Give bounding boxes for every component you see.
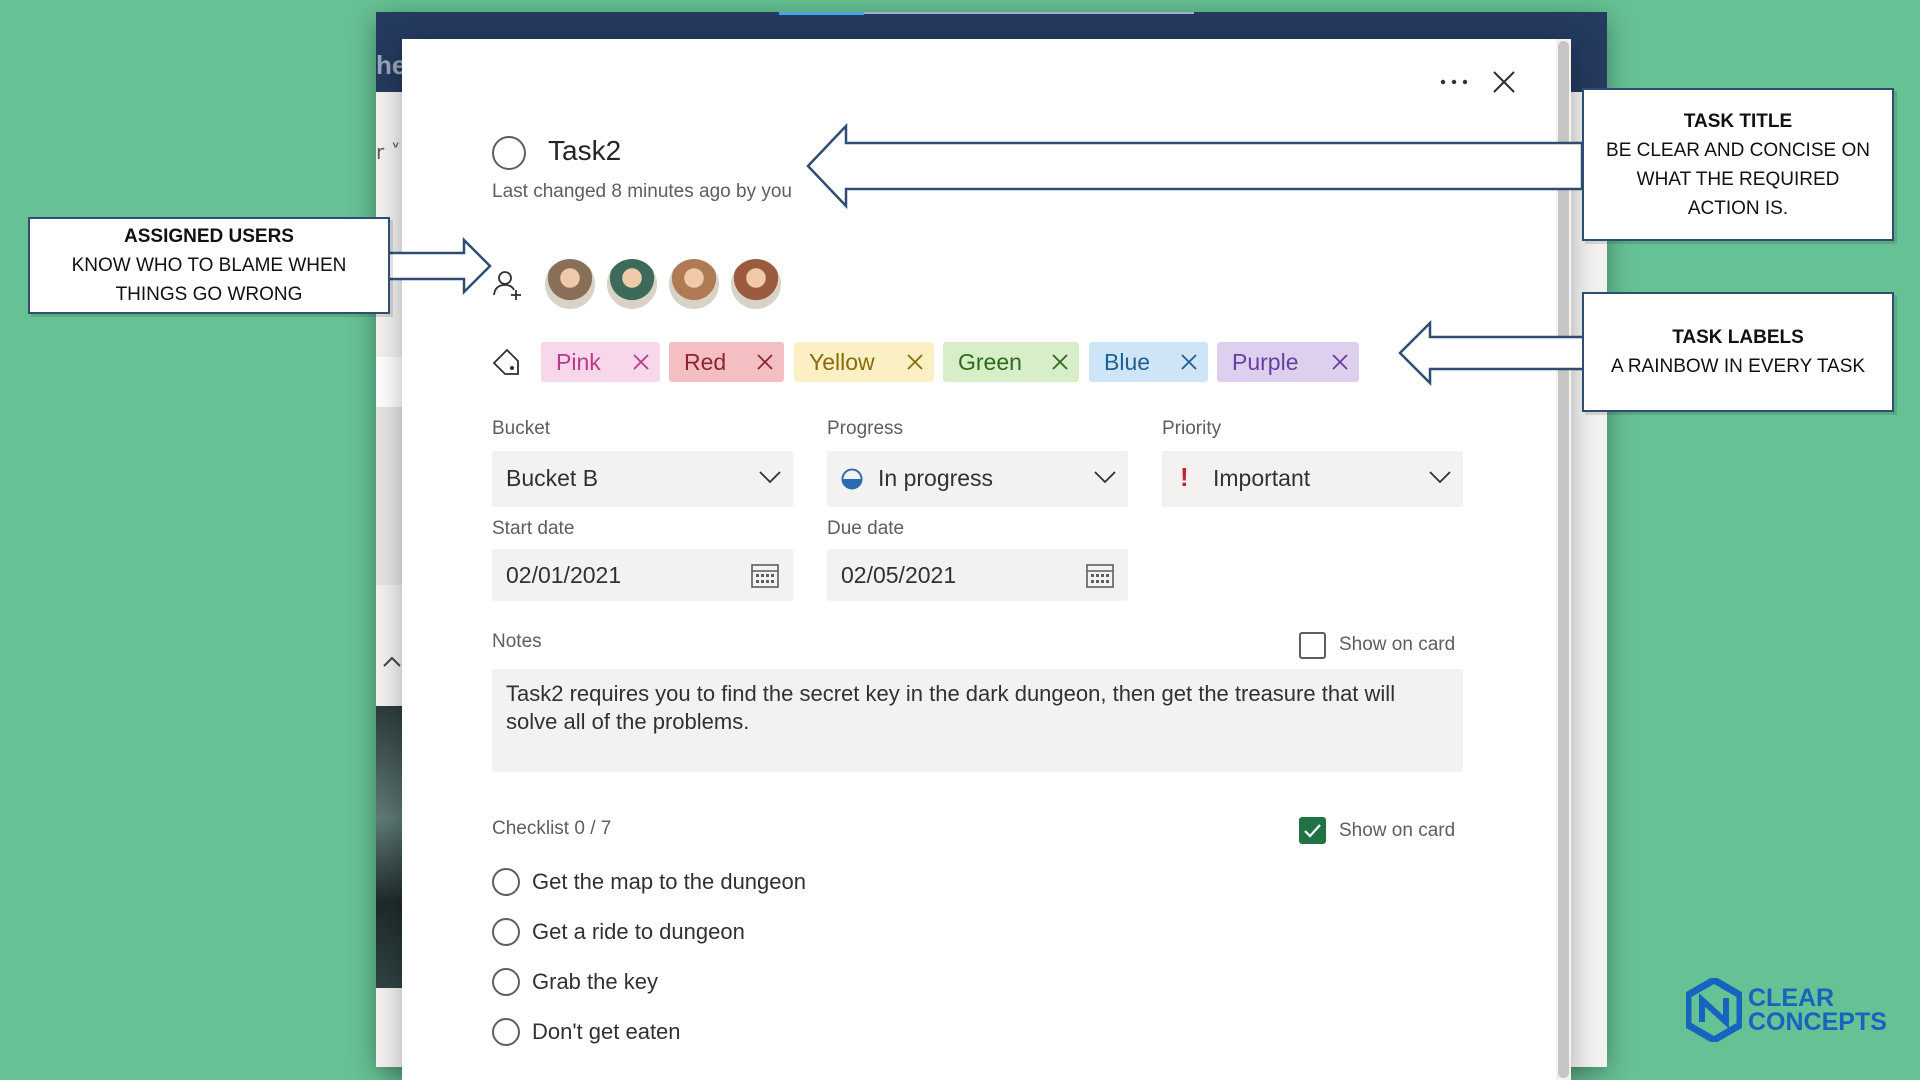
callout-line: KNOW WHO TO BLAME WHEN [71,255,347,276]
task-labels-arrow [1398,319,1586,387]
callout-title: ASSIGNED USERS [124,226,294,247]
logo-mark-icon [1686,978,1742,1042]
callout-title: TASK TITLE [1683,110,1793,132]
logo-text-line: CLEAR [1748,984,1835,1012]
task-title-arrow [806,122,1584,210]
callout-line: THINGS GO WRONG [115,284,303,305]
callout-line: A RAINBOW IN EVERY TASK [1610,356,1866,377]
clear-concepts-logo: CLEAR CONCEPTS [1686,978,1887,1042]
task-labels-callout: TASK LABELS A RAINBOW IN EVERY TASK [1582,292,1894,412]
task-title-callout: TASK TITLE BE CLEAR AND CONCISE ON WHAT … [1582,88,1894,241]
callout-line: ACTION IS. [1687,197,1789,219]
assigned-users-callout: ASSIGNED USERS KNOW WHO TO BLAME WHEN TH… [28,217,390,314]
callout-title: TASK LABELS [1672,327,1804,348]
callout-line: BE CLEAR AND CONCISE ON [1606,139,1870,161]
logo-text-line: CONCEPTS [1748,1008,1887,1036]
callout-line: WHAT THE REQUIRED [1636,168,1840,190]
assigned-users-arrow [386,236,492,296]
